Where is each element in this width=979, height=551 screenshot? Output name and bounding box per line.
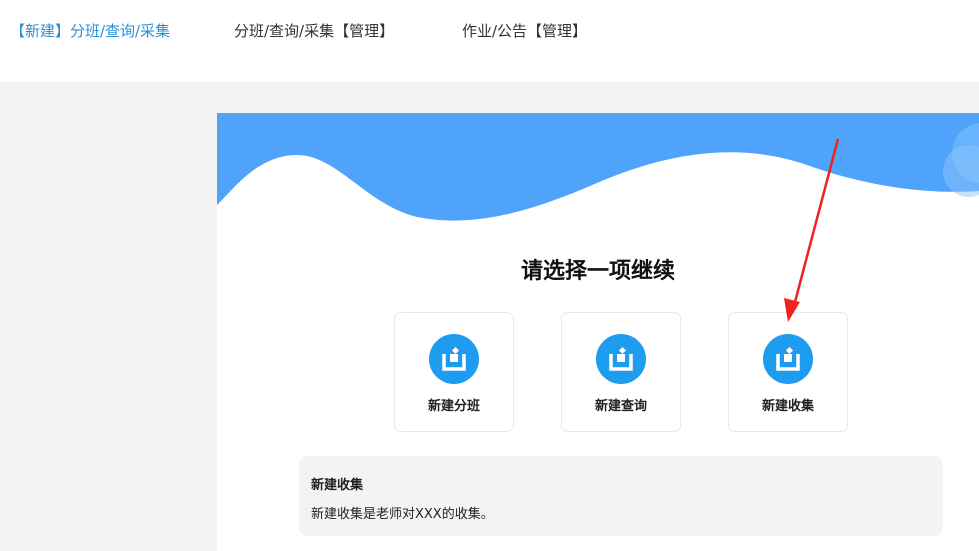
upload-tray-icon <box>596 334 646 384</box>
tab-new[interactable]: 【新建】分班/查询/采集 <box>10 20 170 42</box>
upload-tray-icon <box>763 334 813 384</box>
description-text: 新建收集是老师对XXX的收集。 <box>311 507 494 522</box>
option-card-new-class[interactable]: 新建分班 <box>394 312 514 432</box>
selection-panel: 请选择一项继续 新建分班 新建查询 新建收集 新建收集 新建收集是老师对XXX的… <box>217 113 979 551</box>
option-label: 新建分班 <box>427 399 480 414</box>
option-label: 新建收集 <box>761 399 814 414</box>
page-title: 请选择一项继续 <box>520 259 675 284</box>
option-card-new-collection[interactable]: 新建收集 <box>728 312 848 432</box>
tab-class-query-collect-manage[interactable]: 分班/查询/采集【管理】 <box>234 20 394 42</box>
header-wave <box>217 113 979 221</box>
option-label: 新建查询 <box>594 399 647 414</box>
description-title: 新建收集 <box>311 478 364 493</box>
upload-tray-icon <box>429 334 479 384</box>
option-card-new-query[interactable]: 新建查询 <box>561 312 681 432</box>
option-description: 新建收集 新建收集是老师对XXX的收集。 <box>299 456 943 536</box>
top-nav: 【新建】分班/查询/采集 分班/查询/采集【管理】 作业/公告【管理】 <box>0 0 979 82</box>
tab-homework-notice-manage[interactable]: 作业/公告【管理】 <box>462 20 587 42</box>
